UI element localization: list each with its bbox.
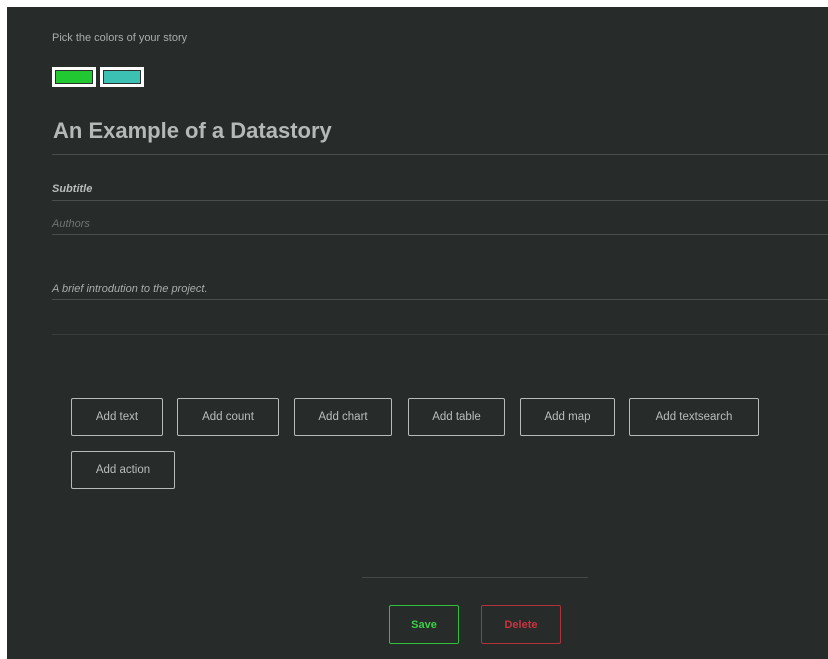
title-underline (52, 154, 828, 155)
introduction-input[interactable]: A brief introdution to the project. (52, 283, 208, 295)
delete-button[interactable]: Delete (481, 605, 561, 644)
color-picker-label: Pick the colors of your story (52, 32, 188, 44)
story-title-input[interactable]: An Example of a Datastory (53, 118, 332, 144)
subtitle-input[interactable]: Subtitle (52, 183, 92, 195)
secondary-color-swatch[interactable] (100, 67, 144, 87)
footer-divider (362, 577, 588, 578)
primary-color-fill (55, 70, 93, 84)
authors-input[interactable]: Authors (52, 218, 90, 230)
add-count-button[interactable]: Add count (177, 398, 279, 436)
story-editor: Pick the colors of your story An Example… (7, 7, 828, 659)
add-map-button[interactable]: Add map (520, 398, 615, 436)
secondary-color-fill (103, 70, 141, 84)
subtitle-underline (52, 200, 828, 201)
add-text-button[interactable]: Add text (71, 398, 163, 436)
add-textsearch-button[interactable]: Add textsearch (629, 398, 759, 436)
authors-underline (52, 234, 828, 235)
introduction-underline (52, 299, 828, 300)
primary-color-swatch[interactable] (52, 67, 96, 87)
save-button[interactable]: Save (389, 605, 459, 644)
add-chart-button[interactable]: Add chart (294, 398, 392, 436)
add-table-button[interactable]: Add table (408, 398, 505, 436)
add-action-button[interactable]: Add action (71, 451, 175, 489)
section-divider (52, 334, 828, 335)
